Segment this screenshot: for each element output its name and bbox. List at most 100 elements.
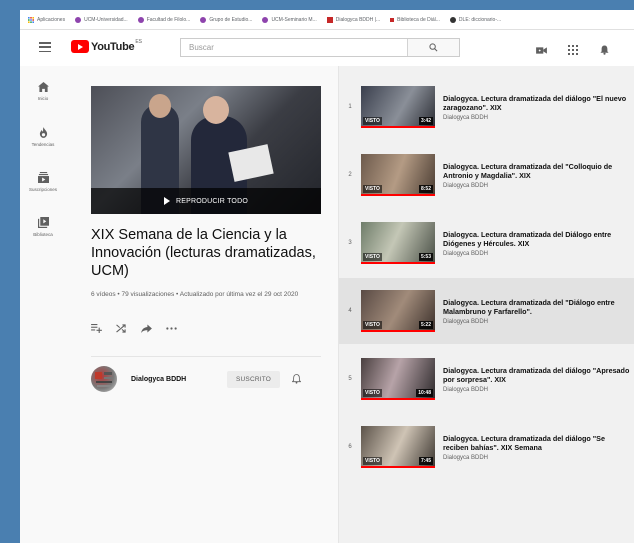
ucm-favicon-icon	[75, 16, 82, 23]
trending-icon	[39, 127, 47, 138]
video-channel: Dialogyca BDDH	[443, 114, 489, 121]
bookmark-dialogyca[interactable]: Dialogyca BDDH |...	[326, 16, 380, 23]
video-thumbnail[interactable]: VISTO 7:45	[361, 426, 435, 468]
search-icon	[429, 43, 438, 52]
region-code: ES	[135, 38, 142, 45]
playlist-video-row[interactable]: 5 VISTO 10:48 Dialogyca. Lectura dramati…	[339, 346, 634, 412]
bookmark-label: Facultad de Filolo...	[146, 16, 191, 23]
hamburger-menu-icon[interactable]	[39, 42, 51, 52]
search-box	[180, 38, 460, 57]
notifications-button[interactable]	[600, 42, 609, 60]
sidebar-item-label: Suscripciones	[28, 187, 57, 192]
playlist-thumbnail[interactable]: REPRODUCIR TODO	[91, 86, 321, 214]
playlist-video-list: 1 VISTO 3:42 Dialogyca. Lectura dramatiz…	[338, 66, 634, 543]
watch-progress-bar	[361, 194, 435, 196]
video-index: 4	[348, 308, 352, 314]
video-title[interactable]: Dialogyca. Lectura dramatizada del "Diál…	[443, 298, 631, 316]
channel-name[interactable]: Dialogyca BDDH	[131, 376, 227, 383]
video-thumbnail[interactable]: VISTO 3:42	[361, 86, 435, 128]
watch-progress-bar	[361, 262, 435, 264]
video-channel: Dialogyca BDDH	[443, 318, 489, 325]
search-button[interactable]	[407, 39, 459, 56]
playlist-video-row[interactable]: 2 VISTO 8:52 Dialogyca. Lectura dramatiz…	[339, 142, 634, 208]
thumbnail-figure	[203, 96, 229, 124]
watched-badge: VISTO	[363, 321, 382, 329]
sidebar-item-inicio[interactable]: Inicio	[20, 66, 66, 111]
more-options-icon[interactable]	[166, 327, 177, 330]
bookmarks-bar: Aplicaciones UCM-Universidad... Facultad…	[20, 10, 634, 30]
bookmark-grupo-estudio[interactable]: Grupo de Estudio...	[200, 16, 253, 23]
video-thumbnail[interactable]: VISTO 5:22	[361, 290, 435, 332]
logo-text: YouTube	[91, 40, 135, 53]
video-title[interactable]: Dialogyca. Lectura dramatizada del diálo…	[443, 94, 631, 112]
video-thumbnail[interactable]: VISTO 5:53	[361, 222, 435, 264]
video-thumbnail[interactable]: VISTO 8:52	[361, 154, 435, 196]
channel-avatar[interactable]	[91, 366, 117, 392]
play-icon	[164, 197, 170, 205]
bookmark-label: UCM-Seminario M...	[271, 16, 317, 23]
playlist-video-row[interactable]: 4 VISTO 5:22 Dialogyca. Lectura dramatiz…	[339, 278, 634, 344]
video-index: 3	[348, 240, 352, 246]
video-meta: Dialogyca. Lectura dramatizada del diálo…	[443, 434, 631, 461]
bookmark-biblioteca[interactable]: Biblioteca de Diál...	[390, 17, 440, 23]
guide-sidebar: Inicio Tendencias Suscripciones Bibliote…	[20, 66, 66, 246]
video-title[interactable]: Dialogyca. Lectura dramatizada del diálo…	[443, 366, 631, 384]
bookmark-filologia[interactable]: Facultad de Filolo...	[137, 16, 191, 23]
playlist-video-row[interactable]: 6 VISTO 7:45 Dialogyca. Lectura dramatiz…	[339, 414, 634, 480]
video-meta: Dialogyca. Lectura dramatizada del "Coll…	[443, 162, 631, 189]
video-channel: Dialogyca BDDH	[443, 250, 489, 257]
watched-badge: VISTO	[363, 253, 382, 261]
duration-badge: 8:52	[418, 185, 433, 193]
notification-bell-icon[interactable]	[292, 374, 302, 384]
sidebar-item-biblioteca[interactable]: Biblioteca	[20, 201, 66, 246]
apps-grid-icon	[28, 16, 34, 23]
bookmark-apps[interactable]: Aplicaciones	[28, 16, 65, 23]
playlist-video-row[interactable]: 1 VISTO 3:42 Dialogyca. Lectura dramatiz…	[339, 74, 634, 140]
playlist-actions	[91, 324, 177, 333]
watch-progress-bar	[361, 466, 435, 468]
video-title[interactable]: Dialogyca. Lectura dramatizada del "Coll…	[443, 162, 631, 180]
duration-badge: 5:22	[418, 321, 433, 329]
dialogyca-favicon-icon	[326, 16, 333, 23]
ucm-favicon-icon	[200, 16, 207, 23]
video-meta: Dialogyca. Lectura dramatizada del diálo…	[443, 94, 631, 121]
library-icon	[37, 217, 49, 228]
create-video-button[interactable]	[536, 42, 547, 60]
sidebar-item-tendencias[interactable]: Tendencias	[20, 111, 66, 156]
bookmark-ucm[interactable]: UCM-Universidad...	[75, 16, 128, 23]
video-channel: Dialogyca BDDH	[443, 386, 489, 393]
playlist-title: XIX Semana de la Ciencia y la Innovación…	[91, 227, 316, 279]
watch-progress-bar	[361, 398, 435, 400]
shuffle-icon[interactable]	[116, 324, 127, 333]
bookmark-label: Grupo de Estudio...	[209, 16, 253, 23]
watch-progress-bar	[361, 330, 435, 332]
masthead: YouTube ES	[20, 30, 634, 66]
playlist-video-row[interactable]: 3 VISTO 5:53 Dialogyca. Lectura dramatiz…	[339, 210, 634, 276]
duration-badge: 5:53	[418, 253, 433, 261]
search-input[interactable]	[181, 39, 407, 56]
video-thumbnail[interactable]: VISTO 10:48	[361, 358, 435, 400]
watched-badge: VISTO	[363, 117, 382, 125]
youtube-logo[interactable]: YouTube ES	[71, 38, 142, 53]
watch-progress-bar	[361, 126, 435, 128]
biblioteca-favicon-icon	[390, 17, 395, 22]
video-channel: Dialogyca BDDH	[443, 182, 489, 189]
video-title[interactable]: Dialogyca. Lectura dramatizada del Diálo…	[443, 230, 631, 248]
dle-favicon-icon	[449, 16, 456, 23]
video-meta: Dialogyca. Lectura dramatizada del "Diál…	[443, 298, 631, 325]
sidebar-item-suscripciones[interactable]: Suscripciones	[20, 156, 66, 201]
ucm-favicon-icon	[137, 16, 144, 23]
share-icon[interactable]	[141, 324, 152, 333]
bookmark-dle[interactable]: DLE: diccionario-...	[449, 16, 501, 23]
thumbnail-figure	[149, 94, 171, 118]
video-title[interactable]: Dialogyca. Lectura dramatizada del diálo…	[443, 434, 631, 452]
apps-button[interactable]	[568, 42, 578, 60]
play-all-button[interactable]: REPRODUCIR TODO	[91, 188, 321, 214]
bookmark-seminario[interactable]: UCM-Seminario M...	[262, 16, 317, 23]
add-to-queue-icon[interactable]	[91, 324, 102, 333]
youtube-play-icon	[71, 40, 89, 53]
duration-badge: 10:48	[416, 389, 433, 397]
channel-logo-icon	[95, 372, 112, 387]
video-index: 2	[348, 172, 352, 178]
subscribed-button[interactable]: SUSCRITO	[227, 370, 281, 388]
